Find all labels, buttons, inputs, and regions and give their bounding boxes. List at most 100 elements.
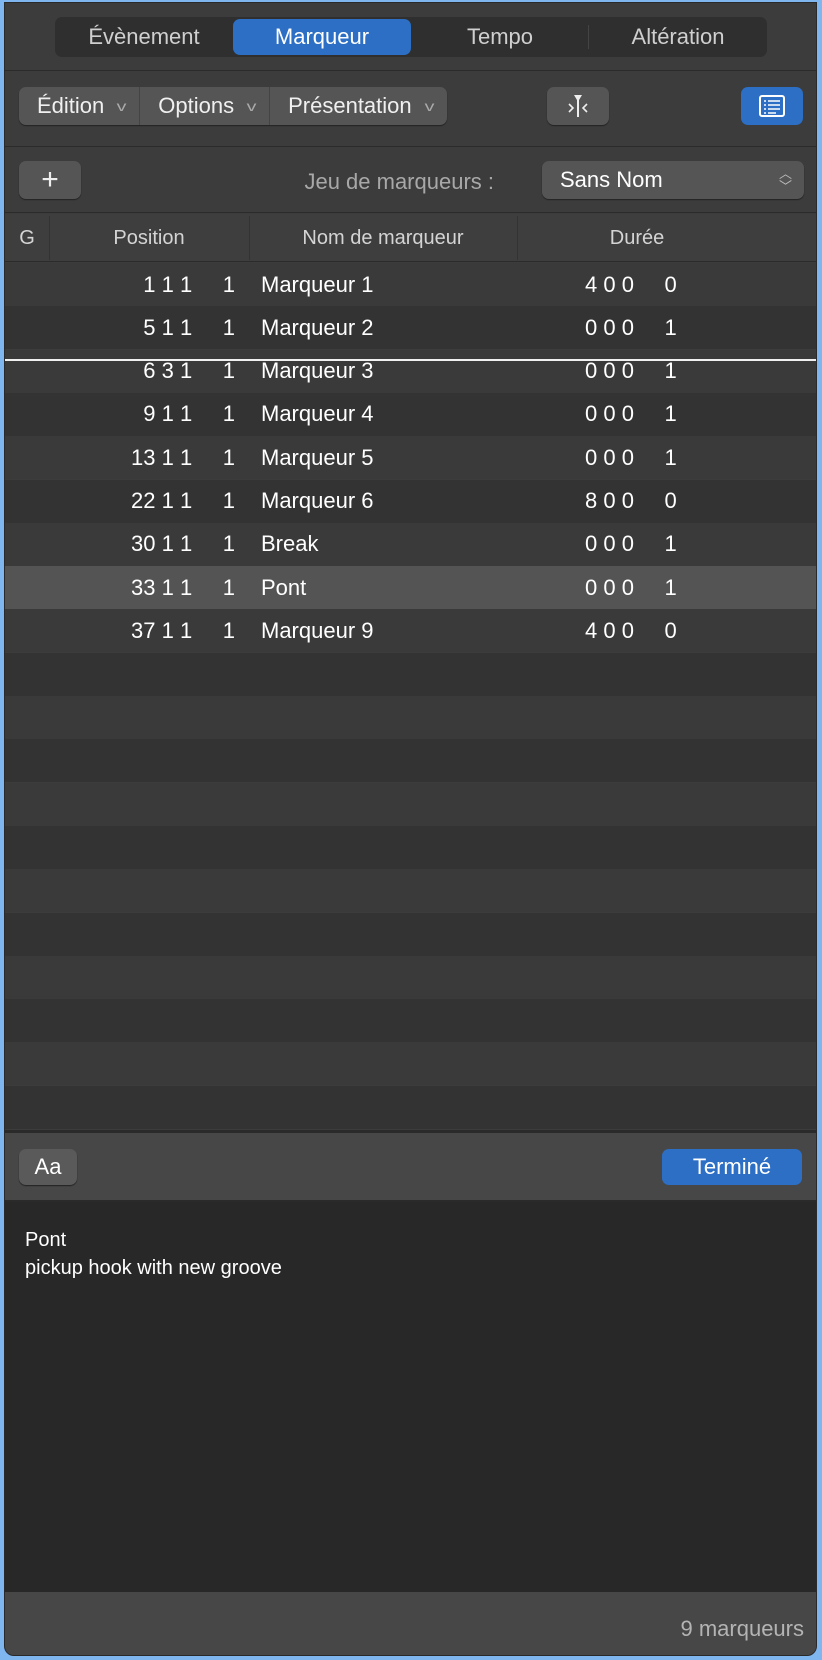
- tab-tempo-label: Tempo: [466, 24, 534, 49]
- table-row[interactable]: 9 1 1 1 Marqueur 4 0 0 0 1: [5, 392, 816, 436]
- marker-count: 9 marqueurs: [680, 1616, 804, 1641]
- column-header-duration[interactable]: Durée: [517, 214, 757, 262]
- edit-menu-label: Édition: [37, 93, 105, 118]
- empty-row: [5, 825, 816, 869]
- empty-row: [5, 912, 816, 956]
- marker-set-value: Sans Nom: [560, 167, 663, 192]
- marker-duration[interactable]: 4 0 0 0: [585, 263, 745, 306]
- empty-row: [5, 739, 816, 783]
- marker-position[interactable]: 33 1 1 1: [65, 566, 235, 609]
- tab-marker[interactable]: Marqueur: [233, 19, 411, 55]
- table-row[interactable]: 5 1 1 1 Marqueur 2 0 0 0 1: [5, 306, 816, 350]
- marker-name[interactable]: Marqueur 9: [261, 609, 374, 652]
- marker-duration[interactable]: 0 0 0 1: [585, 566, 745, 609]
- marker-duration[interactable]: 0 0 0 1: [585, 306, 745, 349]
- table-row[interactable]: 22 1 1 1 Marqueur 6 8 0 0 0: [5, 479, 816, 523]
- marker-duration[interactable]: 0 0 0 1: [585, 436, 745, 479]
- marker-set-label: Jeu de marqueurs :: [304, 169, 494, 194]
- empty-row: [5, 782, 816, 826]
- marker-duration[interactable]: 0 0 0 1: [585, 350, 745, 393]
- tab-marker-label: Marqueur: [274, 24, 370, 49]
- column-header-label: Nom de marqueur: [302, 226, 464, 249]
- tab-event-label: Évènement: [88, 24, 200, 49]
- marker-notes-textarea[interactable]: Pont pickup hook with new groove: [5, 1202, 816, 1592]
- font-button[interactable]: Aa: [19, 1149, 77, 1185]
- column-header-label: G: [19, 226, 35, 249]
- tab-tempo[interactable]: Tempo: [411, 17, 589, 57]
- marker-name[interactable]: Marqueur 5: [261, 436, 374, 479]
- marker-name[interactable]: Marqueur 2: [261, 306, 374, 349]
- playhead-line: [5, 359, 816, 361]
- empty-row: [5, 1042, 816, 1086]
- options-menu[interactable]: Options v: [140, 87, 271, 125]
- done-button-label: Terminé: [692, 1154, 772, 1179]
- marker-duration[interactable]: 8 0 0 0: [585, 480, 745, 523]
- marker-name[interactable]: Marqueur 3: [261, 350, 374, 393]
- font-button-label: Aa: [34, 1154, 62, 1179]
- column-header-group[interactable]: G: [5, 214, 49, 262]
- table-row[interactable]: 1 1 1 1 Marqueur 1 4 0 0 0: [5, 263, 816, 306]
- options-menu-label: Options: [158, 93, 235, 118]
- marker-name[interactable]: Break: [261, 523, 318, 566]
- marker-duration[interactable]: 0 0 0 1: [585, 393, 745, 436]
- done-button[interactable]: Terminé: [662, 1149, 802, 1185]
- empty-row: [5, 869, 816, 913]
- table-row[interactable]: 13 1 1 1 Marqueur 5 0 0 0 1: [5, 436, 816, 480]
- marker-position[interactable]: 5 1 1 1: [65, 306, 235, 349]
- tab-event[interactable]: Évènement: [55, 17, 233, 57]
- chevron-down-icon: v: [424, 98, 435, 114]
- edit-menu[interactable]: Édition v: [19, 87, 141, 125]
- table-row[interactable]: 30 1 1 1 Break 0 0 0 1: [5, 522, 816, 566]
- toolbar: Édition v Options v Présentation v: [5, 71, 816, 147]
- empty-row: [5, 652, 816, 696]
- chevron-down-icon: v: [246, 98, 257, 114]
- table-row[interactable]: 37 1 1 1 Marqueur 9 4 0 0 0: [5, 609, 816, 653]
- table-row[interactable]: 6 3 1 1 Marqueur 3 0 0 0 1: [5, 349, 816, 393]
- updown-chevron-icon: ︿ ﹀: [778, 166, 792, 194]
- marker-position[interactable]: 1 1 1 1: [65, 263, 235, 306]
- tab-signature[interactable]: Altération: [589, 17, 767, 57]
- marker-name[interactable]: Pont: [261, 566, 306, 609]
- notes-line-title: Pont: [25, 1229, 67, 1251]
- tabs-bar: Évènement Marqueur Tempo Altération: [5, 3, 816, 71]
- view-menu-label: Présentation: [288, 93, 412, 118]
- marker-name[interactable]: Marqueur 4: [261, 393, 374, 436]
- marker-position[interactable]: 37 1 1 1: [65, 609, 235, 652]
- marker-name[interactable]: Marqueur 6: [261, 480, 374, 523]
- menu-group: Édition v Options v Présentation v: [19, 87, 447, 125]
- marker-set-row: + Jeu de marqueurs : Sans Nom ︿ ﹀: [5, 147, 816, 213]
- marker-set-select[interactable]: Sans Nom ︿ ﹀: [542, 161, 804, 199]
- catch-playhead-icon: [568, 95, 588, 117]
- table-header: G Position Nom de marqueur Durée: [5, 214, 816, 262]
- column-header-position[interactable]: Position: [49, 214, 249, 262]
- add-marker-button[interactable]: +: [19, 161, 81, 199]
- marker-position[interactable]: 30 1 1 1: [65, 523, 235, 566]
- column-header-label: Durée: [609, 226, 665, 249]
- marker-position[interactable]: 9 1 1 1: [65, 393, 235, 436]
- column-header-label: Position: [113, 226, 185, 249]
- marker-duration[interactable]: 0 0 0 1: [585, 523, 745, 566]
- marker-table-body: 1 1 1 1 Marqueur 1 4 0 0 0 5 1 1 1 Marqueur …: [5, 263, 816, 1129]
- marker-position[interactable]: 22 1 1 1: [65, 480, 235, 523]
- empty-row: [5, 955, 816, 999]
- marker-list-window: Évènement Marqueur Tempo Altération Édit…: [4, 2, 817, 1656]
- empty-row: [5, 696, 816, 739]
- empty-row: [5, 1085, 816, 1129]
- notes-toolbar: Aa Terminé: [5, 1130, 816, 1202]
- list-view-button[interactable]: [741, 87, 803, 125]
- list-view-icon: [759, 95, 785, 117]
- column-header-name[interactable]: Nom de marqueur: [249, 214, 517, 262]
- status-footer: 9 marqueurs: [5, 1592, 816, 1655]
- marker-position[interactable]: 6 3 1 1: [65, 350, 235, 393]
- marker-name[interactable]: Marqueur 1: [261, 263, 374, 306]
- empty-row: [5, 999, 816, 1043]
- catch-playhead-button[interactable]: [547, 87, 609, 125]
- plus-icon: +: [41, 163, 59, 196]
- view-menu[interactable]: Présentation v: [270, 87, 447, 125]
- list-type-tabs: Évènement Marqueur Tempo Altération: [55, 17, 767, 57]
- marker-duration[interactable]: 4 0 0 0: [585, 609, 745, 652]
- table-row[interactable]: 33 1 1 1 Pont 0 0 0 1: [5, 566, 816, 610]
- marker-position[interactable]: 13 1 1 1: [65, 436, 235, 479]
- tab-signature-label: Altération: [631, 24, 725, 49]
- notes-line-body: pickup hook with new groove: [25, 1257, 282, 1279]
